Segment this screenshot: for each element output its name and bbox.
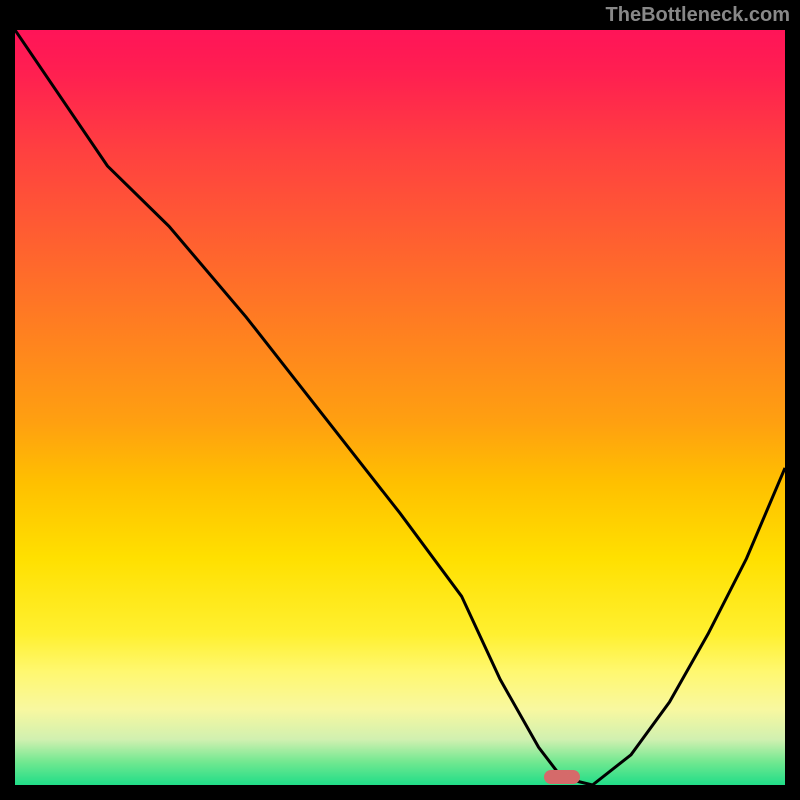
optimal-marker: [544, 770, 580, 784]
bottleneck-curve: [15, 30, 785, 785]
plot-area: [15, 30, 785, 785]
watermark-text: TheBottleneck.com: [606, 4, 790, 27]
